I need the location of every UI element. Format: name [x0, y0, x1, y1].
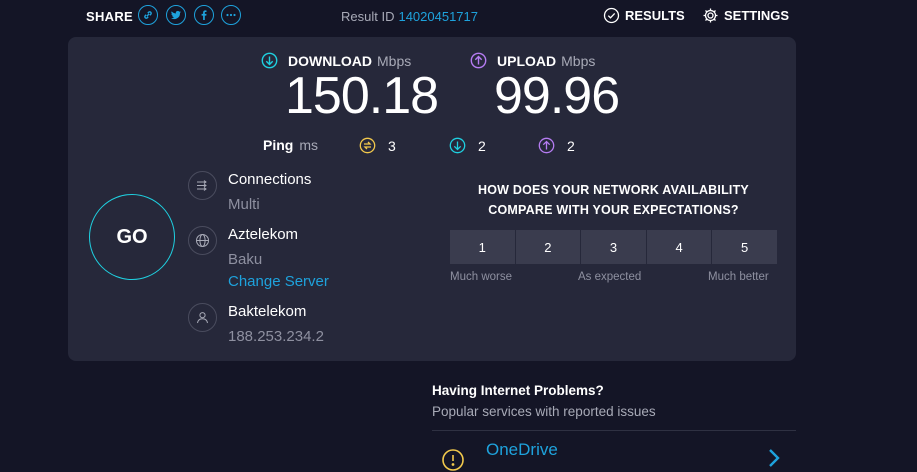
problems-subtitle: Popular services with reported issues [432, 404, 656, 419]
server-location: Baku [228, 251, 263, 268]
link-share-button[interactable] [138, 5, 158, 25]
ping-idle-value: 3 [388, 137, 396, 154]
twitter-icon [171, 10, 181, 20]
check-circle-icon [603, 7, 620, 24]
download-value: 150.18 [285, 67, 439, 125]
ping-header: Ping ms [263, 137, 318, 153]
rating-option-2[interactable]: 2 [515, 230, 581, 264]
upload-value: 99.96 [494, 67, 620, 125]
ping-upload: 2 [538, 137, 575, 154]
rating-option-4[interactable]: 4 [646, 230, 712, 264]
upload-arrow-icon [470, 52, 487, 69]
rating-low-label: Much worse [450, 271, 512, 283]
results-label: RESULTS [625, 8, 685, 23]
ping-download: 2 [449, 137, 486, 154]
gear-icon [703, 8, 718, 23]
result-id-label: Result ID [341, 9, 395, 24]
survey-question: HOW DOES YOUR NETWORK AVAILABILITY COMPA… [478, 183, 749, 217]
server-name: Aztelekom [228, 226, 299, 243]
provider-name: Baktelekom [228, 303, 307, 320]
more-share-button[interactable] [221, 5, 241, 25]
link-icon [144, 11, 152, 19]
rating-option-1[interactable]: 1 [450, 230, 515, 264]
result-id: Result ID 14020451717 [341, 9, 478, 24]
ping-idle: 3 [359, 137, 396, 154]
ping-download-value: 2 [478, 137, 486, 154]
chevron-right-icon[interactable] [765, 447, 783, 469]
share-label: SHARE [86, 9, 134, 24]
problems-title: Having Internet Problems? [432, 383, 604, 398]
twitter-share-button[interactable] [166, 5, 186, 25]
ping-idle-icon [359, 137, 376, 154]
more-icon [226, 13, 236, 17]
change-server-link[interactable]: Change Server [228, 273, 329, 290]
rating-mid-label: As expected [578, 271, 642, 283]
divider [432, 430, 796, 431]
rating-option-5[interactable]: 5 [712, 230, 777, 264]
results-button[interactable]: RESULTS [603, 7, 685, 24]
connections-value: Multi [228, 196, 260, 213]
user-icon [188, 303, 217, 332]
result-id-link[interactable]: 14020451717 [398, 9, 478, 24]
ping-unit: ms [299, 137, 319, 153]
connections-icon [188, 171, 217, 200]
rating-scale: 1 2 3 4 5 [450, 230, 777, 264]
warning-icon [442, 449, 464, 471]
ping-download-icon [449, 137, 466, 154]
rating-high-label: Much better [708, 271, 769, 283]
rating-option-3[interactable]: 3 [581, 230, 646, 264]
ping-upload-icon [538, 137, 555, 154]
settings-label: SETTINGS [724, 8, 790, 23]
service-onedrive-link[interactable]: OneDrive [486, 440, 558, 460]
ping-label: Ping [263, 137, 294, 153]
facebook-icon [201, 10, 207, 20]
provider-ip: 188.253.234.2 [228, 328, 324, 345]
connections-title: Connections [228, 171, 312, 188]
settings-button[interactable]: SETTINGS [702, 7, 789, 24]
globe-icon [188, 226, 217, 255]
ping-upload-value: 2 [567, 137, 575, 154]
go-button[interactable]: GO [89, 194, 175, 280]
download-arrow-icon [261, 52, 278, 69]
facebook-share-button[interactable] [194, 5, 214, 25]
